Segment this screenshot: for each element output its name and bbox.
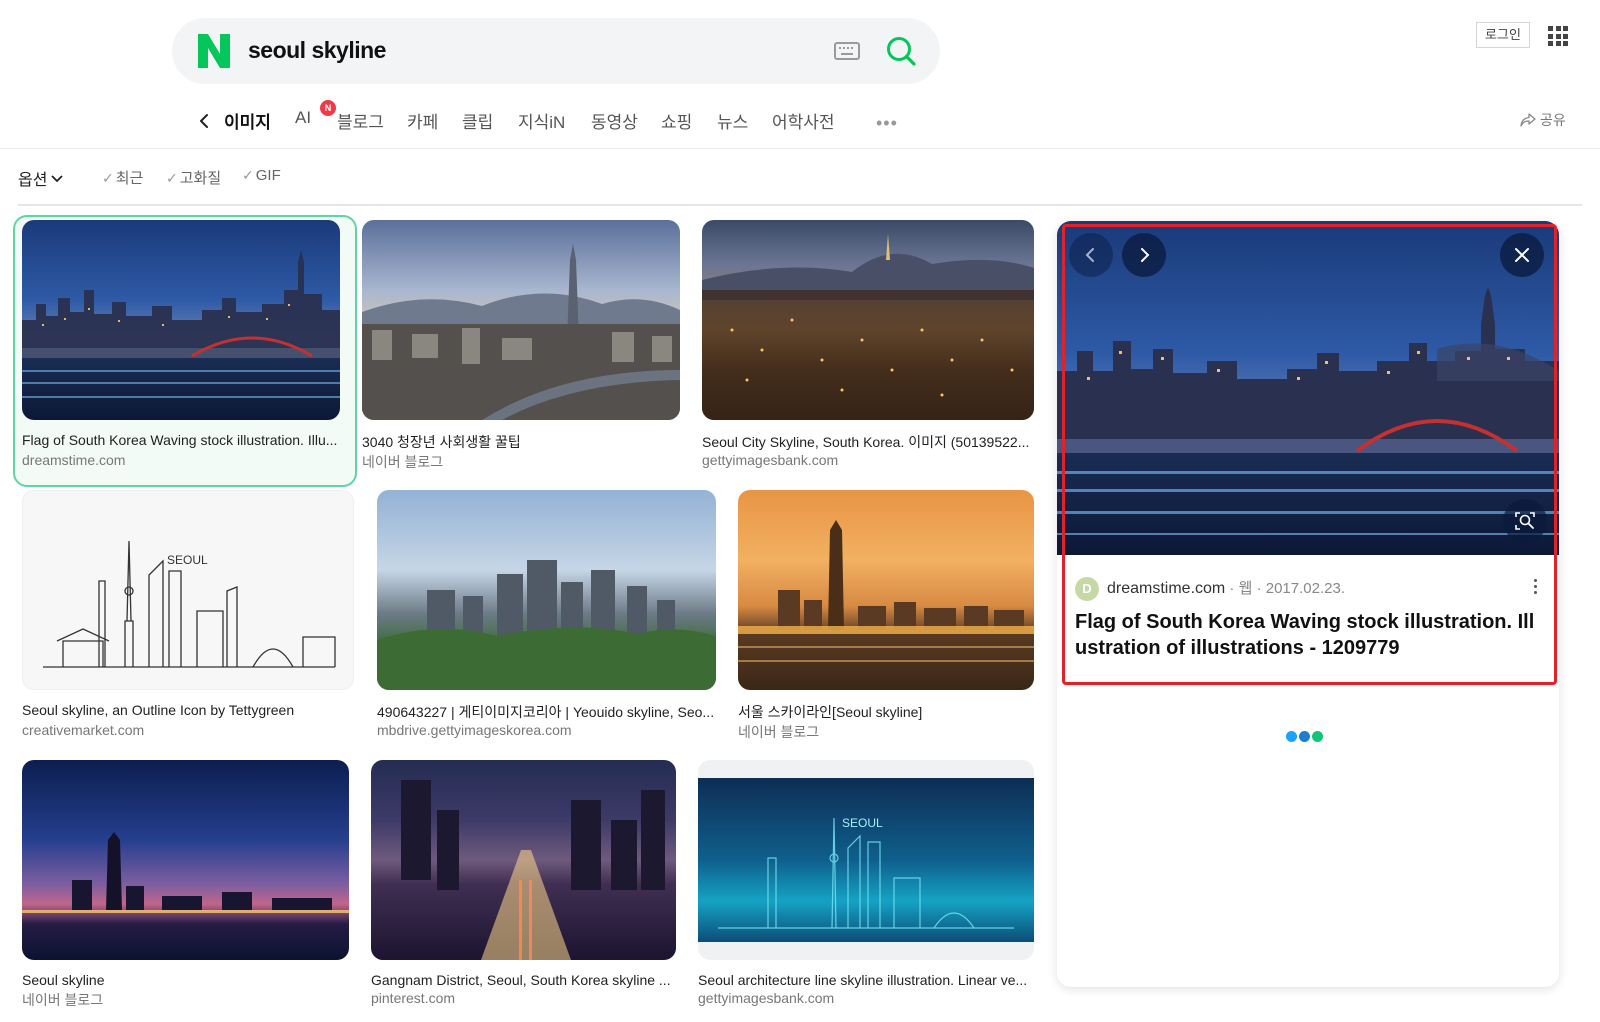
detail-image[interactable]	[1057, 221, 1559, 555]
result-card[interactable]: 3040 청장년 사회생활 꿀팁 네이버 블로그	[362, 220, 680, 470]
result-caption[interactable]: 490643227 | 게티이미지코리아 | Yeouido skyline, …	[377, 702, 716, 722]
detail-title[interactable]: Flag of South Korea Waving stock illustr…	[1075, 609, 1545, 661]
search-icon[interactable]	[884, 34, 918, 68]
tab-blog[interactable]: 블로그	[337, 108, 384, 133]
check-icon: ✓	[242, 167, 254, 183]
tab-video[interactable]: 동영상	[591, 108, 638, 133]
result-card[interactable]: 490643227 | 게티이미지코리아 | Yeouido skyline, …	[377, 490, 716, 740]
result-source: 네이버 블로그	[362, 454, 444, 470]
check-icon: ✓	[102, 170, 114, 186]
divider	[18, 204, 1582, 206]
site-favicon: D	[1075, 577, 1099, 601]
result-caption[interactable]: Seoul skyline	[22, 972, 349, 988]
result-source: mbdrive.gettyimageskorea.com	[377, 722, 572, 738]
result-source: pinterest.com	[371, 990, 456, 1006]
filter-gif[interactable]: ✓ GIF	[242, 167, 281, 184]
search-input[interactable]: seoul skyline	[248, 37, 386, 64]
result-caption[interactable]: Gangnam District, Seoul, South Korea sky…	[371, 972, 676, 988]
login-button[interactable]: 로그인	[1476, 22, 1530, 48]
result-thumbnail[interactable]	[371, 760, 676, 960]
result-thumbnail[interactable]	[377, 490, 716, 690]
new-badge: N	[320, 100, 336, 116]
detail-site[interactable]: dreamstime.com	[1107, 580, 1225, 597]
filter-recent[interactable]: ✓ 최근	[102, 167, 143, 188]
search-bar[interactable]: seoul skyline	[172, 18, 940, 84]
illustration-label: SEOUL	[842, 816, 883, 830]
tab-clip[interactable]: 클립	[462, 108, 493, 133]
result-caption[interactable]: 서울 스카이라인[Seoul skyline]	[738, 702, 1034, 722]
result-caption[interactable]: Seoul skyline, an Outline Icon by Tettyg…	[22, 702, 354, 718]
illustration-label: SEOUL	[167, 553, 208, 567]
tab-shopping[interactable]: 쇼핑	[661, 108, 692, 133]
result-caption[interactable]: Seoul City Skyline, South Korea. 이미지 (50…	[702, 432, 1034, 452]
more-dots-icon[interactable]: •••	[876, 113, 898, 134]
result-card[interactable]: SEOUL Seoul skyline, an Outline Icon by …	[22, 490, 354, 740]
chevron-right-icon	[1141, 248, 1150, 262]
more-options-icon[interactable]	[1533, 579, 1539, 599]
result-source: 네이버 블로그	[738, 724, 820, 740]
result-thumbnail[interactable]	[738, 490, 1034, 690]
result-card[interactable]: Gangnam District, Seoul, South Korea sky…	[371, 760, 676, 1022]
divider	[0, 148, 1600, 149]
tab-cafe[interactable]: 카페	[407, 108, 438, 133]
share-label: 공유	[1540, 112, 1566, 128]
result-card[interactable]: SEOUL Seoul architecture line skyline il…	[698, 760, 1034, 1022]
result-source: gettyimagesbank.com	[698, 990, 835, 1006]
result-thumbnail[interactable]	[22, 760, 349, 960]
tab-news[interactable]: 뉴스	[717, 108, 748, 133]
options-dropdown[interactable]: 옵션	[18, 166, 64, 190]
result-thumbnail[interactable]: SEOUL	[22, 490, 354, 690]
close-button[interactable]	[1500, 233, 1544, 277]
image-detail-panel: Ddreamstime.com · 웹 · 2017.02.23. Flag o…	[1057, 221, 1559, 987]
apps-grid-icon[interactable]	[1548, 26, 1568, 46]
chevron-left-icon[interactable]	[196, 112, 214, 130]
detail-date: 2017.02.23.	[1265, 580, 1345, 598]
tab-dictionary[interactable]: 어학사전	[772, 108, 835, 133]
filter-hd[interactable]: ✓ 고화질	[166, 167, 221, 188]
result-card[interactable]: Seoul skyline 네이버 블로그	[22, 760, 349, 1022]
result-card[interactable]: Seoul City Skyline, South Korea. 이미지 (50…	[702, 220, 1034, 470]
result-thumbnail[interactable]	[702, 220, 1034, 420]
result-caption[interactable]: 3040 청장년 사회생활 꿀팁	[362, 432, 680, 452]
loading-indicator	[1286, 729, 1330, 742]
detail-type: 웹	[1238, 580, 1253, 598]
image-search-button[interactable]	[1503, 499, 1547, 543]
chevron-left-icon	[1085, 248, 1094, 262]
result-source: 네이버 블로그	[22, 992, 104, 1008]
close-icon	[1515, 248, 1529, 262]
share-button[interactable]: 공유	[1520, 110, 1566, 130]
result-card[interactable]: 서울 스카이라인[Seoul skyline] 네이버 블로그	[738, 490, 1034, 740]
tab-ai[interactable]: AI	[295, 108, 311, 128]
result-thumbnail[interactable]: SEOUL	[698, 760, 1034, 960]
tab-kin[interactable]: 지식iN	[518, 108, 565, 133]
share-icon	[1520, 113, 1536, 127]
result-thumbnail[interactable]	[362, 220, 680, 420]
detail-source-row[interactable]: Ddreamstime.com · 웹 · 2017.02.23.	[1075, 577, 1345, 601]
keyboard-icon[interactable]	[834, 42, 860, 60]
result-source: creativemarket.com	[22, 722, 145, 738]
naver-logo-icon[interactable]	[196, 30, 232, 72]
next-image-button[interactable]	[1122, 233, 1166, 277]
chevron-down-icon	[51, 175, 64, 183]
result-card[interactable]: Flag of South Korea Waving stock illustr…	[22, 220, 340, 470]
result-caption[interactable]: Flag of South Korea Waving stock illustr…	[22, 432, 340, 448]
result-caption[interactable]: Seoul architecture line skyline illustra…	[698, 972, 1034, 988]
tab-image[interactable]: 이미지	[224, 108, 271, 133]
check-icon: ✓	[166, 170, 178, 186]
prev-image-button[interactable]	[1069, 233, 1113, 277]
result-source: dreamstime.com	[22, 452, 126, 468]
result-source: gettyimagesbank.com	[702, 452, 839, 468]
lens-search-icon	[1515, 512, 1535, 530]
result-thumbnail[interactable]	[22, 220, 340, 420]
